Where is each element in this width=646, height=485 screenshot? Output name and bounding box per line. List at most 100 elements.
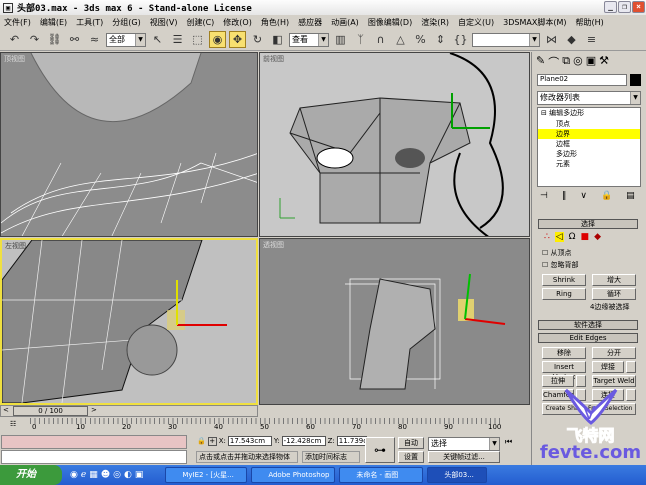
- extrude-settings-button[interactable]: [576, 375, 586, 387]
- mirror-icon[interactable]: ⋈: [543, 31, 560, 48]
- lock-selection-icon[interactable]: 🔒: [197, 437, 206, 445]
- menu-tools[interactable]: 工具(T): [76, 17, 103, 28]
- time-slider[interactable]: < 0 / 100 >: [0, 405, 258, 417]
- align-icon[interactable]: ◆: [563, 31, 580, 48]
- x-coordinate-input[interactable]: 17.543cm: [227, 436, 272, 446]
- pivot-icon[interactable]: ▥: [332, 31, 349, 48]
- app-icon-a[interactable]: ◎: [113, 470, 121, 480]
- menu-create[interactable]: 创建(C): [186, 17, 214, 28]
- named-selection-dropdown[interactable]: ▼: [472, 32, 540, 47]
- viewport-top[interactable]: 顶视图: [0, 52, 258, 237]
- absolute-mode-icon[interactable]: +: [207, 436, 217, 446]
- edit-edges-rollout-header[interactable]: Edit Edges: [538, 333, 638, 343]
- app-icon-b[interactable]: ◐: [124, 470, 132, 480]
- create-shape-button[interactable]: Create Shape From Selection: [542, 403, 636, 415]
- layer-icon[interactable]: ≡: [583, 31, 600, 48]
- pin-stack-icon[interactable]: ⊣: [540, 191, 548, 201]
- rotate-icon[interactable]: ↻: [249, 31, 266, 48]
- insert-vertex-button[interactable]: Insert Vertex: [542, 361, 586, 381]
- connect-button[interactable]: 连接: [592, 389, 624, 401]
- ref-coord-dropdown[interactable]: 查看 ▼: [289, 32, 329, 47]
- object-name-input[interactable]: Plane02: [537, 74, 627, 86]
- track-bar[interactable]: ☷ 0 10 20 30 40 50 60 70 80 90 100: [0, 418, 530, 433]
- connect-settings-button[interactable]: [626, 389, 636, 401]
- menu-edit[interactable]: 编辑(E): [40, 17, 67, 28]
- angle-snap-icon[interactable]: △: [392, 31, 409, 48]
- motion-tab-icon[interactable]: ◎: [573, 54, 583, 70]
- task-paint[interactable]: 未命名 - 画图: [339, 467, 424, 483]
- viewport-front[interactable]: 前视图: [259, 52, 530, 237]
- auto-key-button[interactable]: 自动: [398, 437, 424, 449]
- menu-reactor[interactable]: 感应器: [298, 17, 322, 28]
- menu-graph-editors[interactable]: 图像编辑(D): [368, 17, 412, 28]
- configure-modifier-sets-icon[interactable]: ▤: [626, 191, 635, 201]
- set-key-button[interactable]: 设置: [398, 451, 424, 463]
- polygon-mode-icon[interactable]: ■: [581, 232, 590, 242]
- viewport-perspective[interactable]: 透视图: [259, 238, 530, 405]
- weld-button[interactable]: 焊接: [592, 361, 624, 373]
- menu-file[interactable]: 文件(F): [4, 17, 31, 28]
- menu-help[interactable]: 帮助(H): [575, 17, 603, 28]
- key-filters-button[interactable]: 关键帧过滤...: [428, 451, 500, 463]
- start-button[interactable]: 开始: [0, 465, 62, 485]
- task-myie2[interactable]: MyIE2 - [火星...: [165, 467, 248, 483]
- viewport-label-front[interactable]: 前视图: [263, 54, 284, 64]
- element-mode-icon[interactable]: ◆: [594, 232, 601, 242]
- task-3dsmax[interactable]: 头部03...: [427, 467, 488, 483]
- border-mode-icon[interactable]: Ω: [569, 232, 576, 242]
- menu-animation[interactable]: 动画(A): [331, 17, 359, 28]
- menu-character[interactable]: 角色(H): [261, 17, 289, 28]
- manipulate-icon[interactable]: ᛉ: [352, 31, 369, 48]
- bind-spacewarp-icon[interactable]: ≈: [86, 31, 103, 48]
- display-tab-icon[interactable]: ▣: [586, 54, 596, 70]
- minimize-button[interactable]: _: [604, 1, 617, 13]
- menu-modifiers[interactable]: 修改(O): [223, 17, 252, 28]
- menu-customize[interactable]: 自定义(U): [458, 17, 494, 28]
- shrink-button[interactable]: Shrink: [542, 274, 586, 286]
- object-color-swatch[interactable]: [630, 74, 641, 86]
- rect-region-icon[interactable]: ⬚: [189, 31, 206, 48]
- curve-editor-icon[interactable]: ☷: [10, 420, 16, 428]
- edit-named-sel-icon[interactable]: {}: [452, 31, 469, 48]
- undo-icon[interactable]: ↶: [6, 31, 23, 48]
- modifier-stack[interactable]: ⊟ 编辑多边形 顶点 边界 边框 多边形 元素: [537, 107, 641, 187]
- select-by-name-icon[interactable]: ☰: [169, 31, 186, 48]
- desktop-icon[interactable]: ▦: [89, 470, 98, 480]
- selection-rollout-header[interactable]: 选择: [538, 219, 638, 229]
- time-slider-thumb[interactable]: 0 / 100: [13, 406, 88, 416]
- grow-button[interactable]: 增大: [592, 274, 636, 286]
- by-vertex-checkbox[interactable]: ☐ 从顶点: [542, 248, 572, 258]
- vertex-mode-icon[interactable]: ∴: [544, 232, 550, 242]
- time-next-button[interactable]: >: [91, 406, 97, 414]
- maxscript-output-mini[interactable]: [1, 450, 187, 464]
- scale-icon[interactable]: ◧: [269, 31, 286, 48]
- viewport-label-top[interactable]: 顶视图: [4, 54, 25, 64]
- unlink-icon[interactable]: ⚯: [66, 31, 83, 48]
- spinner-snap-icon[interactable]: ⇕: [432, 31, 449, 48]
- chamfer-settings-button[interactable]: [576, 389, 586, 401]
- stack-item-polygon[interactable]: 多边形: [538, 149, 640, 159]
- weld-settings-button[interactable]: [626, 361, 636, 373]
- key-mode-dropdown[interactable]: 选择 ▼: [428, 437, 500, 451]
- chamfer-button[interactable]: Chamfer: [542, 389, 574, 401]
- modifier-list-dropdown[interactable]: 修改器列表 ▼: [537, 91, 641, 105]
- y-coordinate-input[interactable]: -12.428cm: [281, 436, 326, 446]
- link-icon[interactable]: ⛓: [46, 31, 63, 48]
- lock-icon[interactable]: 🔒: [601, 191, 612, 201]
- stack-item-vertex[interactable]: 顶点: [538, 119, 640, 129]
- add-time-tag-button[interactable]: 添加时间标志: [302, 451, 360, 463]
- menu-maxscript[interactable]: 3DSMAX脚本(M): [503, 17, 566, 28]
- maxscript-listener-mini[interactable]: [1, 435, 187, 449]
- ring-button[interactable]: Ring: [542, 288, 586, 300]
- stack-item-border-selected[interactable]: 边界: [538, 129, 640, 139]
- create-tab-icon[interactable]: ✎: [536, 54, 545, 70]
- ie-icon[interactable]: ℯ: [81, 470, 86, 480]
- window-crossing-icon[interactable]: ◉: [209, 31, 226, 48]
- stack-root[interactable]: ⊟ 编辑多边形: [538, 108, 640, 119]
- extrude-button[interactable]: 拉伸: [542, 375, 574, 387]
- menu-rendering[interactable]: 渲染(R): [421, 17, 449, 28]
- show-end-result-icon[interactable]: ‖: [562, 191, 567, 201]
- soft-selection-rollout-header[interactable]: 软件选择: [538, 320, 638, 330]
- selection-filter-dropdown[interactable]: 全部 ▼: [106, 32, 146, 47]
- z-coordinate-input[interactable]: 11.739cm: [336, 436, 367, 446]
